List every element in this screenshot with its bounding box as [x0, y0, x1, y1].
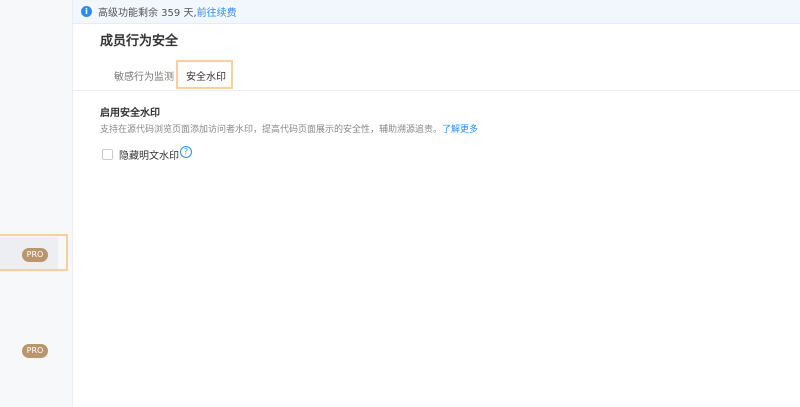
highlight-box [176, 60, 233, 89]
highlight-box [0, 234, 68, 271]
hide-watermark-checkbox[interactable] [102, 149, 113, 160]
help-icon[interactable]: ? [180, 146, 192, 158]
sidebar: PRO PRO [0, 0, 73, 407]
learn-more-link[interactable]: 了解更多 [442, 125, 478, 135]
section-title: 启用安全水印 [100, 108, 160, 119]
tab-sensitive-behavior[interactable]: 敏感行为监测 [114, 68, 174, 83]
pro-badge: PRO [22, 344, 48, 358]
notice-bar: i 高级功能剩余 359 天, 前往续费 [73, 0, 800, 24]
info-icon: i [81, 6, 92, 17]
description-text: 支持在源代码浏览页面添加访问者水印，提高代码页面展示的安全性，辅助溯源追责。 [100, 125, 443, 135]
hide-watermark-label[interactable]: 隐藏明文水印 [119, 147, 179, 162]
section-description: 支持在源代码浏览页面添加访问者水印，提高代码页面展示的安全性，辅助溯源追责。了解… [100, 122, 478, 135]
notice-text: 高级功能剩余 359 天, [98, 8, 197, 19]
renew-link[interactable]: 前往续费 [197, 4, 237, 19]
page-title: 成员行为安全 [100, 34, 179, 49]
